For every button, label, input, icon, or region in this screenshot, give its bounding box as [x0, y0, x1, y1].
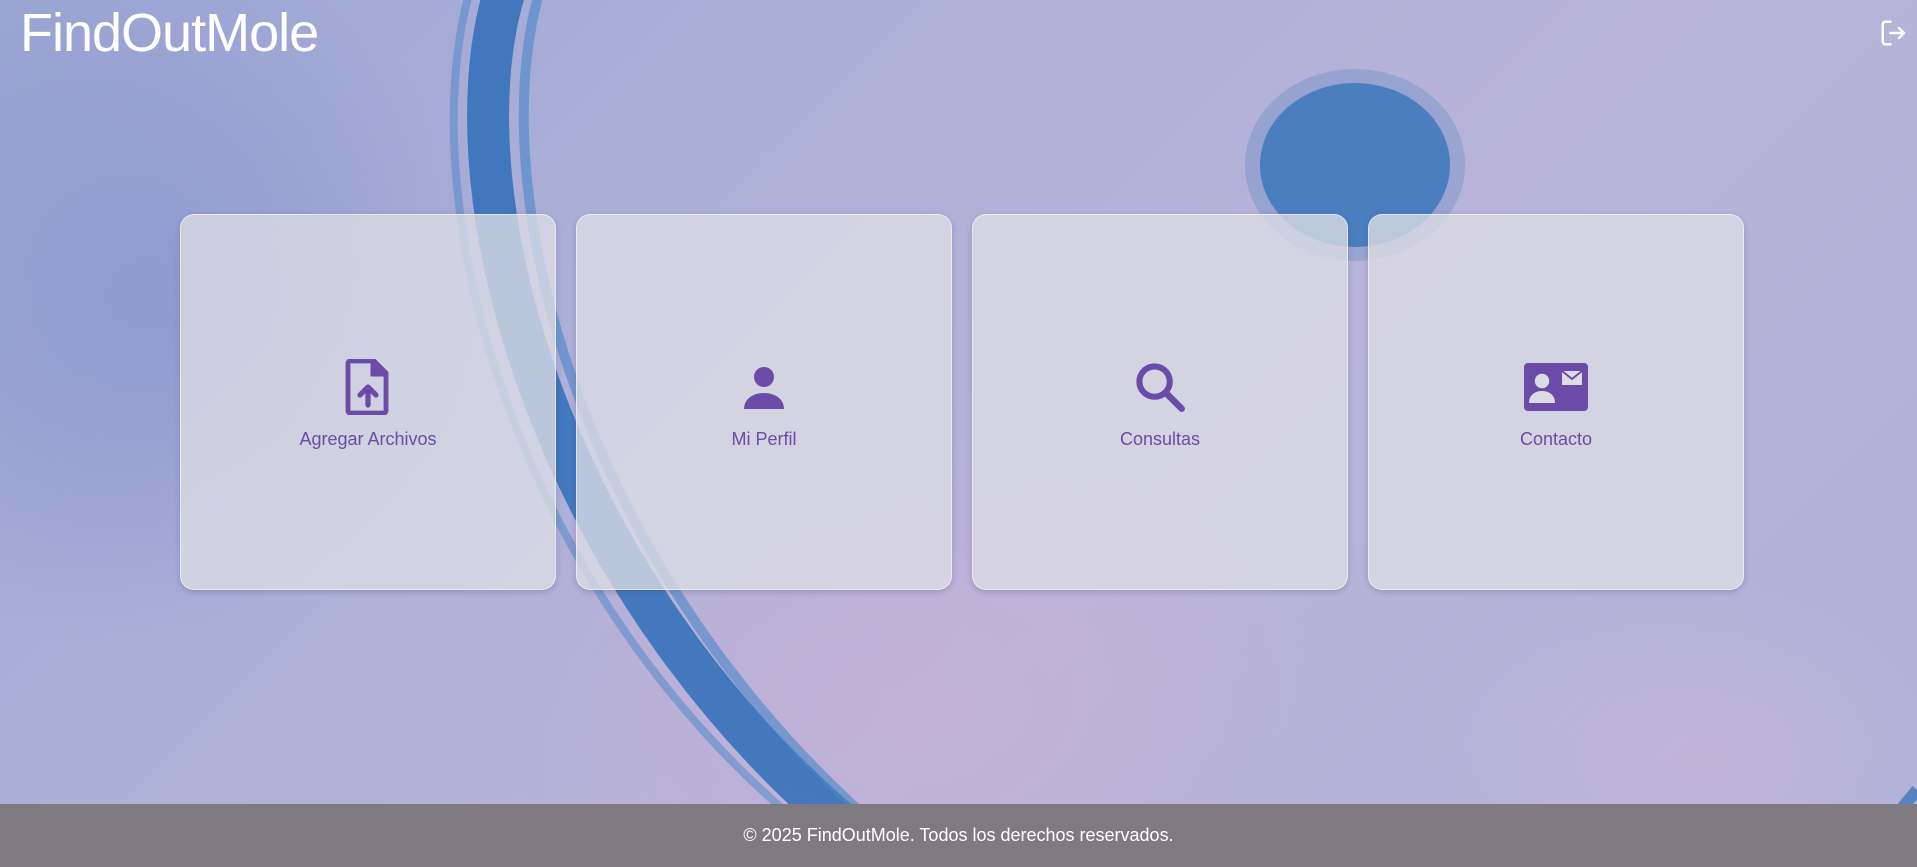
file-upload-icon: [336, 355, 400, 419]
footer-text: © 2025 FindOutMole. Todos los derechos r…: [743, 825, 1174, 845]
card-label: Contacto: [1519, 428, 1593, 449]
logout-icon[interactable]: [1879, 18, 1909, 48]
card-label: Mi Perfil: [731, 428, 797, 449]
header: FindOutMole: [0, 0, 1917, 66]
card-contacto[interactable]: Contacto: [1368, 214, 1744, 590]
card-label: Consultas: [1119, 428, 1201, 449]
card-mi-perfil[interactable]: Mi Perfil: [576, 214, 952, 590]
contact-card-icon: [1524, 355, 1588, 419]
app-title: FindOutMole: [20, 3, 319, 63]
card-label: Agregar Archivos: [299, 428, 437, 449]
menu-cards: Agregar Archivos Mi Perfil Consultas Con…: [180, 214, 1744, 590]
person-icon: [732, 355, 796, 419]
footer: © 2025 FindOutMole. Todos los derechos r…: [0, 804, 1917, 867]
search-icon: [1128, 355, 1192, 419]
card-agregar-archivos[interactable]: Agregar Archivos: [180, 214, 556, 590]
page: FindOutMole Agregar Archivos Mi Perfil C…: [0, 0, 1917, 867]
card-consultas[interactable]: Consultas: [972, 214, 1348, 590]
